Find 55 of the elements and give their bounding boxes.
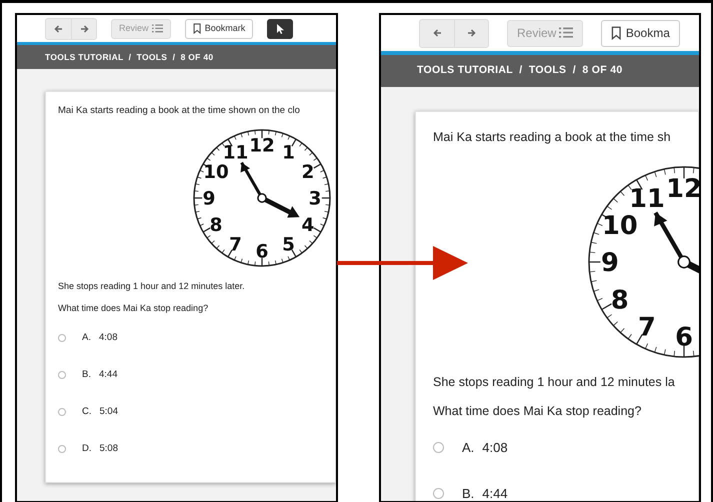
arrow-right-icon [467,29,476,37]
breadcrumb: TOOLS TUTORIAL / TOOLS / 8 OF 40 [417,63,622,78]
option-text: 4:44 [98,368,118,382]
clock-numeral: 3 [308,188,322,210]
question-text: What time does Mai Ka stop reading? [433,402,642,420]
clock-numeral: 7 [229,234,242,256]
option-letter: C. [82,404,92,419]
bookmark-icon [611,26,622,40]
arrow-left-icon [432,29,442,37]
option-letter: B. [462,484,474,501]
clock-numeral: 11 [222,142,248,164]
option-text: 5:08 [100,442,118,456]
option-text: 5:04 [100,404,118,419]
right-arrow-icon [337,246,468,280]
radio-button[interactable] [433,488,444,499]
clock-numeral: 1 [282,142,295,164]
radio-button[interactable] [58,408,66,416]
clock-numeral: 7 [638,312,656,342]
radio-button[interactable] [58,370,66,379]
option-letter: D. [82,442,92,456]
clock-numeral: 2 [302,162,314,184]
option-letter: B. [82,368,91,382]
question-text: Mai Ka starts reading a book at the time shown on the clo [58,104,301,118]
breadcrumb: TOOLS TUTORIAL / TOOLS / 8 OF 40 [45,50,214,64]
bookmark-button[interactable]: Bookmark [184,18,254,38]
pointer-tool-button[interactable] [267,18,294,38]
option-text: 4:08 [98,330,118,345]
cursor-icon [276,24,284,34]
clock-numeral: 8 [210,215,222,236]
bookmark-button[interactable]: Bookma [601,20,680,46]
question-text: Mai Ka starts reading a book at the time sh [433,129,672,146]
option-text: 4:44 [482,484,508,501]
option-letter: A. [462,438,474,456]
clock-numeral: 12 [249,136,275,157]
radio-button[interactable] [58,444,66,453]
question-text: She stops reading 1 hour and 12 minutes la [433,374,676,391]
radio-button[interactable] [433,442,444,453]
clock-numeral: 6 [256,242,268,263]
bookmark-icon [192,23,201,34]
clock-numeral: 8 [610,285,629,316]
question-text: She stops reading 1 hour and 12 minutes later. [58,280,246,294]
list-icon [559,27,574,39]
option-letter: A. [82,330,91,345]
arrow-right-icon [80,24,88,32]
clock-numeral: 5 [282,234,295,256]
option-text: 4:08 [482,438,508,456]
clock-numeral: 9 [600,248,619,278]
radio-button[interactable] [58,334,66,342]
clock-numeral: 10 [203,162,229,184]
list-icon [152,24,163,33]
question-text: What time does Mai Ka stop reading? [58,302,210,315]
clock-numeral: 9 [202,188,216,210]
clock-numeral: 6 [675,322,693,352]
arrow-left-icon [54,24,63,32]
clock-numeral: 4 [302,215,314,236]
